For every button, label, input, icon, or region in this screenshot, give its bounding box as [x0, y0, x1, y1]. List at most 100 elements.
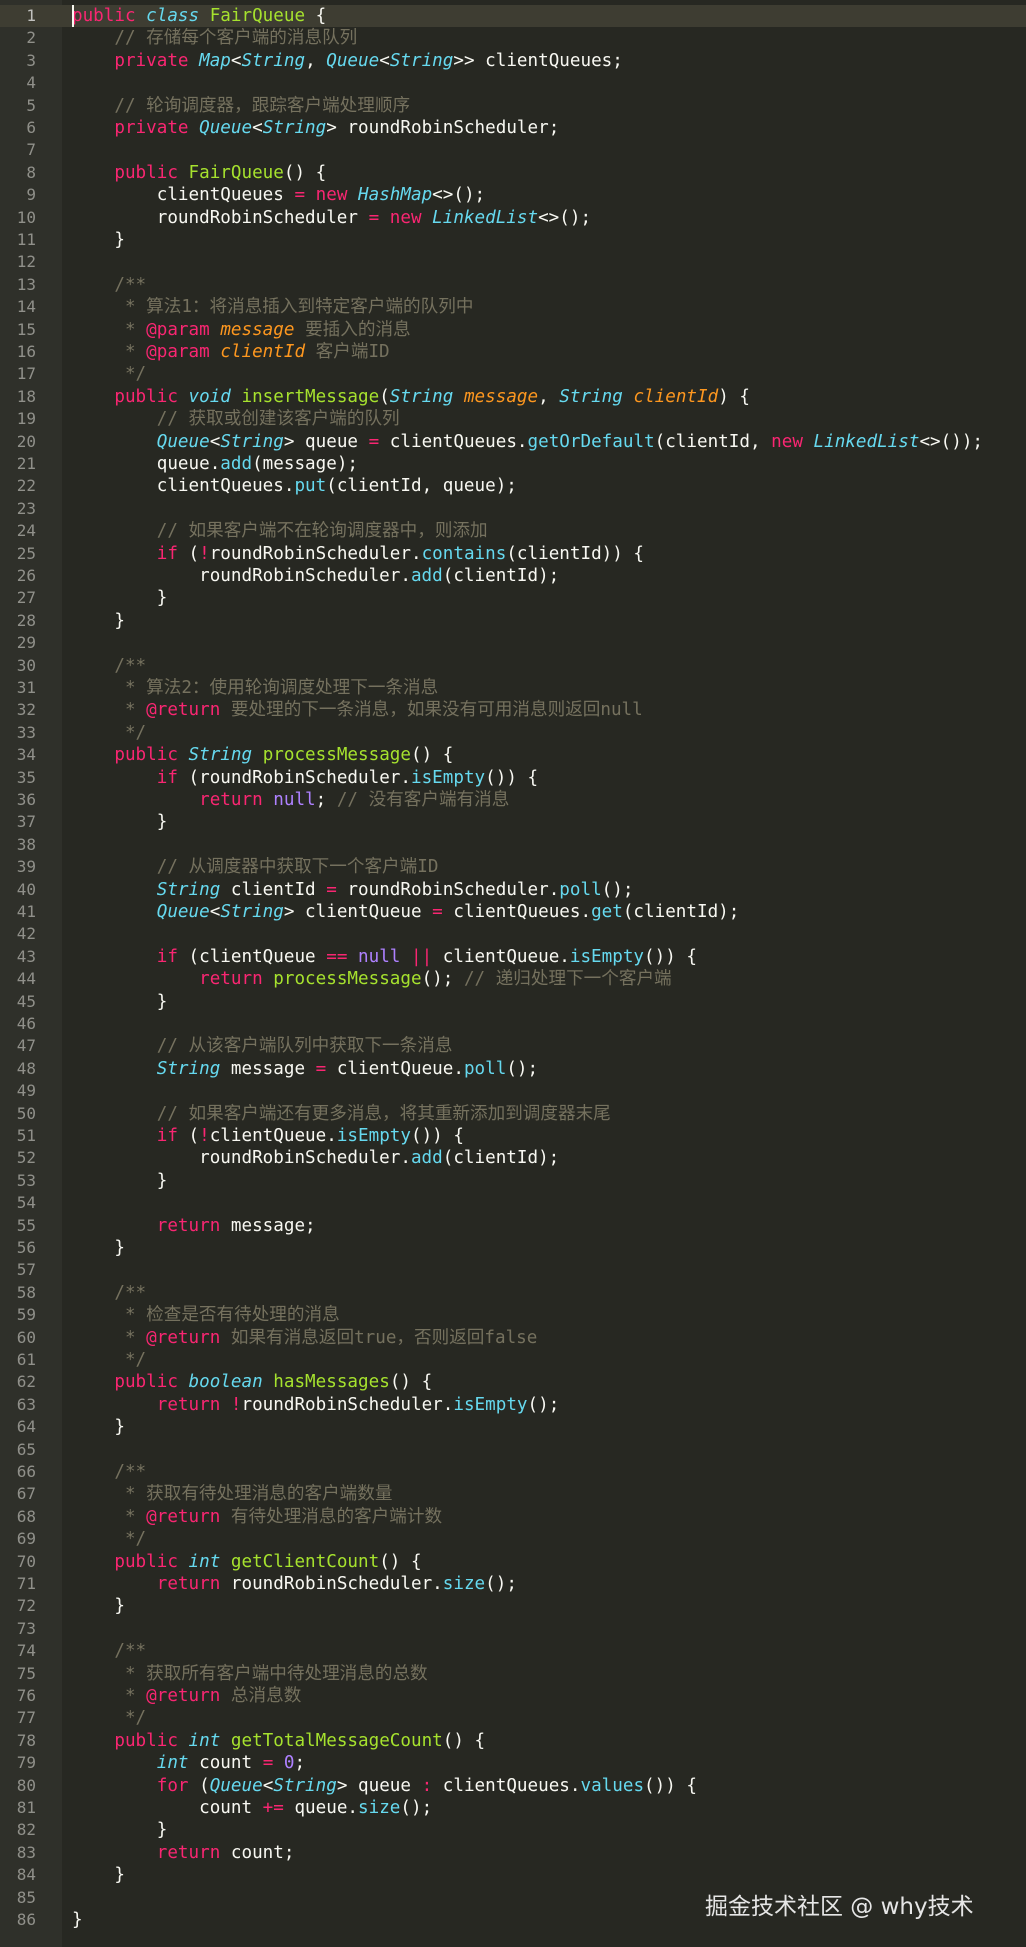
code-line[interactable]: 58 /**: [0, 1282, 1026, 1304]
code-line[interactable]: 18 public void insertMessage(String mess…: [0, 386, 1026, 408]
code-line[interactable]: 48 String message = clientQueue.poll();: [0, 1058, 1026, 1080]
code-line[interactable]: 26 roundRobinScheduler.add(clientId);: [0, 565, 1026, 587]
code-line[interactable]: 8 public FairQueue() {: [0, 162, 1026, 184]
code-line[interactable]: 24 // 如果客户端不在轮询调度器中，则添加: [0, 520, 1026, 542]
code-line[interactable]: 11 }: [0, 229, 1026, 251]
code-token: ();: [506, 1058, 539, 1079]
code-line[interactable]: 65: [0, 1439, 1026, 1461]
code-line[interactable]: 52 roundRobinScheduler.add(clientId);: [0, 1147, 1026, 1169]
code-line[interactable]: 42: [0, 923, 1026, 945]
code-line[interactable]: 34 public String processMessage() {: [0, 744, 1026, 766]
code-line[interactable]: 60 * @return 如果有消息返回true，否则返回false: [0, 1327, 1026, 1349]
code-line[interactable]: 4: [0, 72, 1026, 94]
line-code: // 如果客户端还有更多消息，将其重新添加到调度器末尾: [72, 1103, 611, 1125]
code-line[interactable]: 66 /**: [0, 1461, 1026, 1483]
code-token: roundRobinScheduler: [72, 207, 369, 228]
code-line[interactable]: 63 return !roundRobinScheduler.isEmpty()…: [0, 1394, 1026, 1416]
code-token: roundRobinScheduler.: [241, 1394, 454, 1415]
code-line[interactable]: 5 // 轮询调度器，跟踪客户端处理顺序: [0, 95, 1026, 117]
code-line[interactable]: 77 */: [0, 1707, 1026, 1729]
code-line[interactable]: 6 private Queue<String> roundRobinSchedu…: [0, 117, 1026, 139]
code-line[interactable]: 45 }: [0, 991, 1026, 1013]
code-line[interactable]: 39 // 从调度器中获取下一个客户端ID: [0, 856, 1026, 878]
code-line[interactable]: 46: [0, 1013, 1026, 1035]
code-line[interactable]: 61 */: [0, 1349, 1026, 1371]
code-token: (clientId);: [442, 1148, 560, 1169]
code-line[interactable]: 1 public class FairQueue {: [0, 5, 1026, 28]
code-line[interactable]: 7: [0, 139, 1026, 161]
code-line[interactable]: 84 }: [0, 1864, 1026, 1886]
code-line[interactable]: 72 }: [0, 1595, 1026, 1617]
code-token: > roundRobinScheduler;: [326, 118, 560, 138]
code-line[interactable]: 3 private Map<String, Queue<String>> cli…: [0, 50, 1026, 72]
code-line[interactable]: 32 * @return 要处理的下一条消息，如果没有可用消息则返回null: [0, 699, 1026, 721]
code-line[interactable]: 25 if (!roundRobinScheduler.contains(cli…: [0, 543, 1026, 565]
code-line[interactable]: 23: [0, 498, 1026, 520]
code-line[interactable]: 64 }: [0, 1416, 1026, 1438]
code-token: ;: [294, 1753, 306, 1774]
code-line[interactable]: 29: [0, 632, 1026, 654]
code-line[interactable]: 16 * @param clientId 客户端ID: [0, 341, 1026, 363]
code-line[interactable]: 31 * 算法2：使用轮询调度处理下一条消息: [0, 677, 1026, 699]
line-code: for (Queue<String> queue : clientQueues.…: [72, 1775, 697, 1797]
code-line[interactable]: 35 if (roundRobinScheduler.isEmpty()) {: [0, 767, 1026, 789]
code-line[interactable]: 20 Queue<String> queue = clientQueues.ge…: [0, 431, 1026, 453]
code-line[interactable]: 81 count += queue.size();: [0, 1797, 1026, 1819]
code-line[interactable]: 56 }: [0, 1237, 1026, 1259]
code-line[interactable]: 2 // 存储每个客户端的消息队列: [0, 27, 1026, 49]
code-line[interactable]: 27 }: [0, 587, 1026, 609]
line-code: if (clientQueue == null || clientQueue.i…: [72, 946, 697, 968]
code-line[interactable]: 54: [0, 1192, 1026, 1214]
code-line[interactable]: 68 * @return 有待处理消息的客户端计数: [0, 1506, 1026, 1528]
code-line[interactable]: 36 return null; // 没有客户端有消息: [0, 789, 1026, 811]
code-line[interactable]: 55 return message;: [0, 1215, 1026, 1237]
code-line[interactable]: 53 }: [0, 1170, 1026, 1192]
code-line[interactable]: 47 // 从该客户端队列中获取下一条消息: [0, 1035, 1026, 1057]
code-line[interactable]: 57: [0, 1259, 1026, 1281]
code-line[interactable]: 44 return processMessage(); // 递归处理下一个客户…: [0, 968, 1026, 990]
code-token: String: [188, 745, 253, 766]
code-line[interactable]: 33 */: [0, 722, 1026, 744]
code-line[interactable]: 70 public int getClientCount() {: [0, 1551, 1026, 1573]
code-line[interactable]: 37 }: [0, 811, 1026, 833]
line-code: */: [72, 1528, 146, 1550]
code-line[interactable]: 19 // 获取或创建该客户端的队列: [0, 408, 1026, 430]
line-code: // 轮询调度器，跟踪客户端处理顺序: [72, 95, 410, 117]
code-line[interactable]: 71 return roundRobinScheduler.size();: [0, 1573, 1026, 1595]
code-line[interactable]: 82 }: [0, 1819, 1026, 1841]
code-line[interactable]: 12: [0, 251, 1026, 273]
code-line[interactable]: 9 clientQueues = new HashMap<>();: [0, 184, 1026, 206]
code-editor[interactable]: 1 public class FairQueue {2 // 存储每个客户端的消息…: [0, 0, 1026, 1947]
code-line[interactable]: 59 * 检查是否有待处理的消息: [0, 1304, 1026, 1326]
code-line[interactable]: 74 /**: [0, 1640, 1026, 1662]
code-line[interactable]: 30 /**: [0, 655, 1026, 677]
code-line[interactable]: 38: [0, 834, 1026, 856]
line-number: 73: [16, 1618, 36, 1638]
code-line[interactable]: 43 if (clientQueue == null || clientQueu…: [0, 946, 1026, 968]
code-line[interactable]: 62 public boolean hasMessages() {: [0, 1371, 1026, 1393]
code-line[interactable]: 14 * 算法1：将消息插入到特定客户端的队列中: [0, 296, 1026, 318]
line-number: 51: [16, 1126, 36, 1145]
code-line[interactable]: 79 int count = 0;: [0, 1752, 1026, 1774]
code-line[interactable]: 28 }: [0, 610, 1026, 632]
code-line[interactable]: 21 queue.add(message);: [0, 453, 1026, 475]
code-line[interactable]: 75 * 获取所有客户端中待处理消息的总数: [0, 1663, 1026, 1685]
code-line[interactable]: 69 */: [0, 1528, 1026, 1550]
code-line[interactable]: 73: [0, 1618, 1026, 1640]
code-line[interactable]: 51 if (!clientQueue.isEmpty()) {: [0, 1125, 1026, 1147]
code-line[interactable]: 13 /**: [0, 274, 1026, 296]
code-line[interactable]: 49: [0, 1080, 1026, 1102]
code-line[interactable]: 22 clientQueues.put(clientId, queue);: [0, 475, 1026, 497]
code-line[interactable]: 40 String clientId = roundRobinScheduler…: [0, 879, 1026, 901]
code-line[interactable]: 41 Queue<String> clientQueue = clientQue…: [0, 901, 1026, 923]
code-line[interactable]: 50 // 如果客户端还有更多消息，将其重新添加到调度器末尾: [0, 1103, 1026, 1125]
code-line[interactable]: 78 public int getTotalMessageCount() {: [0, 1730, 1026, 1752]
code-line[interactable]: 83 return count;: [0, 1842, 1026, 1864]
code-line[interactable]: 67 * 获取有待处理消息的客户端数量: [0, 1483, 1026, 1505]
code-line[interactable]: 76 * @return 总消息数: [0, 1685, 1026, 1707]
code-line[interactable]: 80 for (Queue<String> queue : clientQueu…: [0, 1775, 1026, 1797]
code-line[interactable]: 10 roundRobinScheduler = new LinkedList<…: [0, 207, 1026, 229]
code-line[interactable]: 17 */: [0, 363, 1026, 385]
code-line[interactable]: 15 * @param message 要插入的消息: [0, 319, 1026, 341]
